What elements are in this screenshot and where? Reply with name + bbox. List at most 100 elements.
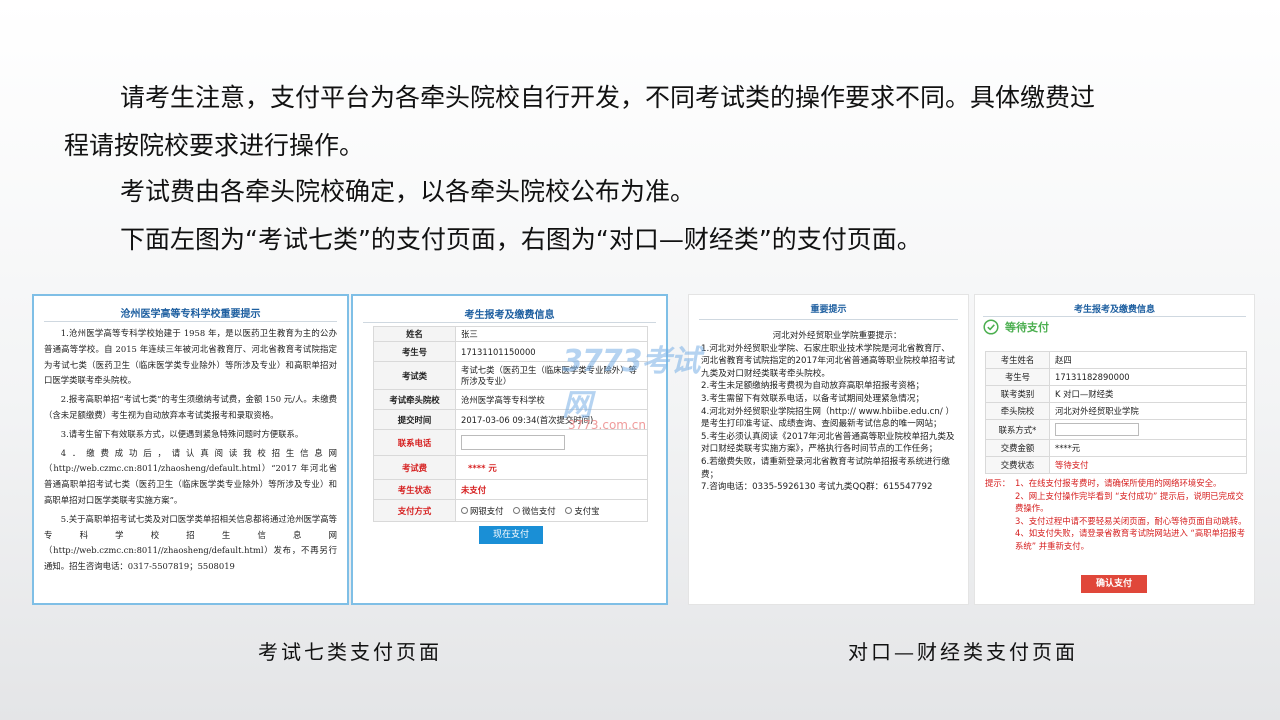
- radio-circle-icon: [565, 507, 573, 514]
- right-form-table: 考生姓名 赵四 考生号 17131182890000 联考类别 K 对口—财经类…: [985, 351, 1247, 474]
- pay-option-wechat[interactable]: 微信支付: [513, 505, 556, 517]
- pay-now-button[interactable]: 现在支付: [479, 526, 543, 544]
- row-label: 考生姓名: [985, 351, 1050, 369]
- row-value: 2017-03-06 09:34(首次提交时间): [455, 409, 648, 430]
- row-label: 联系电话: [373, 429, 456, 456]
- row-label: 交费状态: [985, 456, 1050, 474]
- row-value: 赵四: [1049, 351, 1247, 369]
- fee-value: **** 元: [455, 455, 648, 480]
- intro-line-2: 程请按院校要求进行操作。: [64, 131, 365, 160]
- notice-heading: 河北对外经贸职业学院重要提示：: [772, 331, 902, 341]
- intro-line-4: 下面左图为“考试七类”的支付页面，右图为“对口—财经类”的支付页面。: [120, 225, 922, 254]
- notice-item: 1.河北对外经贸职业学院、石家庄职业技术学院是河北省教育厅、河北省教育考试院指定…: [701, 343, 955, 379]
- radio-circle-icon: [461, 507, 468, 514]
- intro-line-1: 请考生注意，支付平台为各牵头院校自行开发，不同考试类的操作要求不同。具体缴费过: [120, 83, 1096, 112]
- right-form-title: 考生报考及缴费信息: [1073, 305, 1155, 315]
- status-value: 等待支付: [1049, 456, 1247, 474]
- table-row: 考试类 考试七类（医药卫生（临床医学类专业除外）等所涉及专业）: [373, 361, 648, 390]
- left-notice-title: 沧州医学高等专科学校重要提示: [120, 309, 261, 320]
- row-label: 考生状态: [373, 479, 456, 500]
- row-label: 考生号: [985, 368, 1050, 386]
- row-value: ****元: [1049, 439, 1247, 457]
- row-value: 考试七类（医药卫生（临床医学类专业除外）等所涉及专业）: [455, 361, 648, 390]
- tip-indent: [985, 490, 1015, 515]
- radio-label: 支付宝: [574, 505, 600, 516]
- row-value: [455, 429, 648, 456]
- row-label: 考试费: [373, 455, 456, 480]
- left-form-table: 姓名 张三 考生号 17131101150000 考试类 考试七类（医药卫生（临…: [373, 326, 648, 522]
- row-label: 提交时间: [373, 409, 456, 430]
- notice-item: 4.河北对外经贸职业学院招生网（http:// www.hbiibe.edu.c…: [701, 406, 955, 430]
- notice-item: 6.若缴费失败，请重新登录河北省教育考试院单招报考系统进行缴费；: [701, 456, 950, 480]
- pay-option-bank[interactable]: 网银支付: [461, 505, 504, 517]
- notice-item: 7.咨询电话：0335-5926130 考试九类QQ群：615547792: [701, 482, 933, 493]
- tip-item: 3、支付过程中请不要轻易关闭页面，耐心等待页面自动跳转。: [1015, 515, 1247, 526]
- status-header: 等待支付: [983, 319, 1049, 335]
- right-form-panel: 考生报考及缴费信息 等待支付 考生姓名 赵四 考生号 1713118289000…: [974, 294, 1255, 605]
- notice-paragraph: 3.请考生留下有效联系方式，以便遇到紧急特殊问题时方便联系。: [60, 428, 304, 439]
- right-caption: 对口—财经类支付页面: [848, 640, 1078, 664]
- table-row: 支付方式 网银支付 微信支付 支付宝: [373, 499, 648, 522]
- intro-line-3: 考试费由各牵头院校确定，以各牵头院校公布为准。: [120, 177, 696, 206]
- divider: [44, 321, 337, 322]
- radio-circle-icon: [513, 507, 521, 514]
- tip-row: 3、支付过程中请不要轻易关闭页面，耐心等待页面自动跳转。: [985, 515, 1247, 528]
- table-row: 考生状态 未支付: [373, 479, 648, 500]
- table-row: 考试牵头院校 沧州医学高等专科学校: [373, 389, 648, 410]
- row-label: 支付方式: [373, 499, 456, 522]
- tip-item: 4、如支付失败，请登录省教育考试院网站进入 “高职单招报考系统” 并重新支付。: [1015, 528, 1246, 551]
- tips-label: 提示：: [985, 478, 1011, 488]
- radio-label: 网银支付: [470, 505, 504, 516]
- table-row: 联系电话: [373, 429, 648, 456]
- divider: [363, 322, 656, 323]
- notice-paragraph: 5.关于高职单招考试七类及对口医学类单招相关信息都将通过沧州医学高等专科学校招生…: [44, 513, 337, 572]
- pay-method-group: 网银支付 微信支付 支付宝: [455, 499, 648, 522]
- left-form-title: 考生报考及缴费信息: [464, 310, 555, 321]
- table-row: 牵头院校 河北对外经贸职业学院: [985, 402, 1247, 420]
- row-value: K 对口—财经类: [1049, 385, 1247, 403]
- row-value: 沧州医学高等专科学校: [455, 389, 648, 410]
- tip-indent: [985, 527, 1015, 552]
- table-row: 考生号 17131101150000: [373, 341, 648, 362]
- notice-paragraph: 4．缴费成功后，请认真阅读我校招生信息网（http://web.czmc.cn:…: [44, 447, 337, 505]
- table-row: 提交时间 2017-03-06 09:34(首次提交时间): [373, 409, 648, 430]
- table-row: 交费状态 等待支付: [985, 456, 1247, 474]
- tip-indent: [985, 515, 1015, 528]
- status-title: 等待支付: [1005, 321, 1049, 334]
- radio-label: 微信支付: [522, 505, 556, 516]
- notice-item: 2.考生未足额缴纳报考费视为自动放弃高职单招报考资格；: [701, 381, 925, 392]
- table-row: 考生号 17131182890000: [985, 368, 1247, 386]
- row-label: 联系方式*: [985, 419, 1050, 440]
- notice-item: 5.考生必须认真阅读《2017年河北省普通高等职业院校单招九类及对口财经类联考实…: [701, 431, 955, 455]
- tip-item: 2、网上支付操作完毕看到 “支付成功” 提示后，说明已完成交费操作。: [1015, 490, 1244, 514]
- row-label: 考试类: [373, 361, 456, 390]
- table-row: 考生姓名 赵四: [985, 351, 1247, 369]
- divider: [983, 316, 1246, 317]
- tip-row: 2、网上支付操作完毕看到 “支付成功” 提示后，说明已完成交费操作。: [985, 490, 1247, 515]
- left-form-panel: 考生报考及缴费信息 姓名 张三 考生号 17131101150000 考试类 考…: [351, 294, 668, 605]
- left-notice-body: 1.沧州医学高等专科学校始建于 1958 年，是以医药卫生教育为主的公办普通高等…: [34, 326, 347, 575]
- left-notice-panel: 沧州医学高等专科学校重要提示 1.沧州医学高等专科学校始建于 1958 年，是以…: [32, 294, 349, 605]
- row-label: 联考类别: [985, 385, 1050, 403]
- row-label: 考生号: [373, 341, 456, 362]
- phone-input[interactable]: [461, 435, 565, 450]
- table-row: 考试费 **** 元: [373, 455, 648, 480]
- table-row: 交费金额 ****元: [985, 439, 1247, 457]
- confirm-pay-button[interactable]: 确认支付: [1081, 575, 1147, 593]
- tip-row: 提示： 1、在线支付报考费时，请确保所使用的网络环境安全。: [985, 477, 1247, 490]
- notice-paragraph: 1.沧州医学高等专科学校始建于 1958 年，是以医药卫生教育为主的公办普通高等…: [44, 328, 337, 386]
- notice-item: 3.考生需留下有效联系电话，以备考试期间处理紧急情况；: [701, 393, 925, 404]
- notice-paragraph: 2.报考高职单招“考试七类”的考生须缴纳考试费，金额 150 元/人。未缴费（含…: [44, 394, 337, 420]
- payment-tips: 提示： 1、在线支付报考费时，请确保所使用的网络环境安全。 2、网上支付操作完毕…: [985, 477, 1247, 552]
- right-notice-panel: 重要提示 河北对外经贸职业学院重要提示： 1.河北对外经贸职业学院、石家庄职业技…: [688, 294, 969, 605]
- left-caption: 考试七类支付页面: [258, 640, 442, 664]
- row-label: 牵头院校: [985, 402, 1050, 420]
- row-label: 姓名: [373, 326, 456, 342]
- row-value: [1049, 419, 1247, 440]
- tip-item: 1、在线支付报考费时，请确保所使用的网络环境安全。: [1015, 478, 1222, 488]
- pay-option-alipay[interactable]: 支付宝: [565, 505, 599, 517]
- contact-input[interactable]: [1055, 423, 1139, 436]
- row-value: 河北对外经贸职业学院: [1049, 402, 1247, 420]
- row-label: 考试牵头院校: [373, 389, 456, 410]
- tip-row: 4、如支付失败，请登录省教育考试院网站进入 “高职单招报考系统” 并重新支付。: [985, 527, 1247, 552]
